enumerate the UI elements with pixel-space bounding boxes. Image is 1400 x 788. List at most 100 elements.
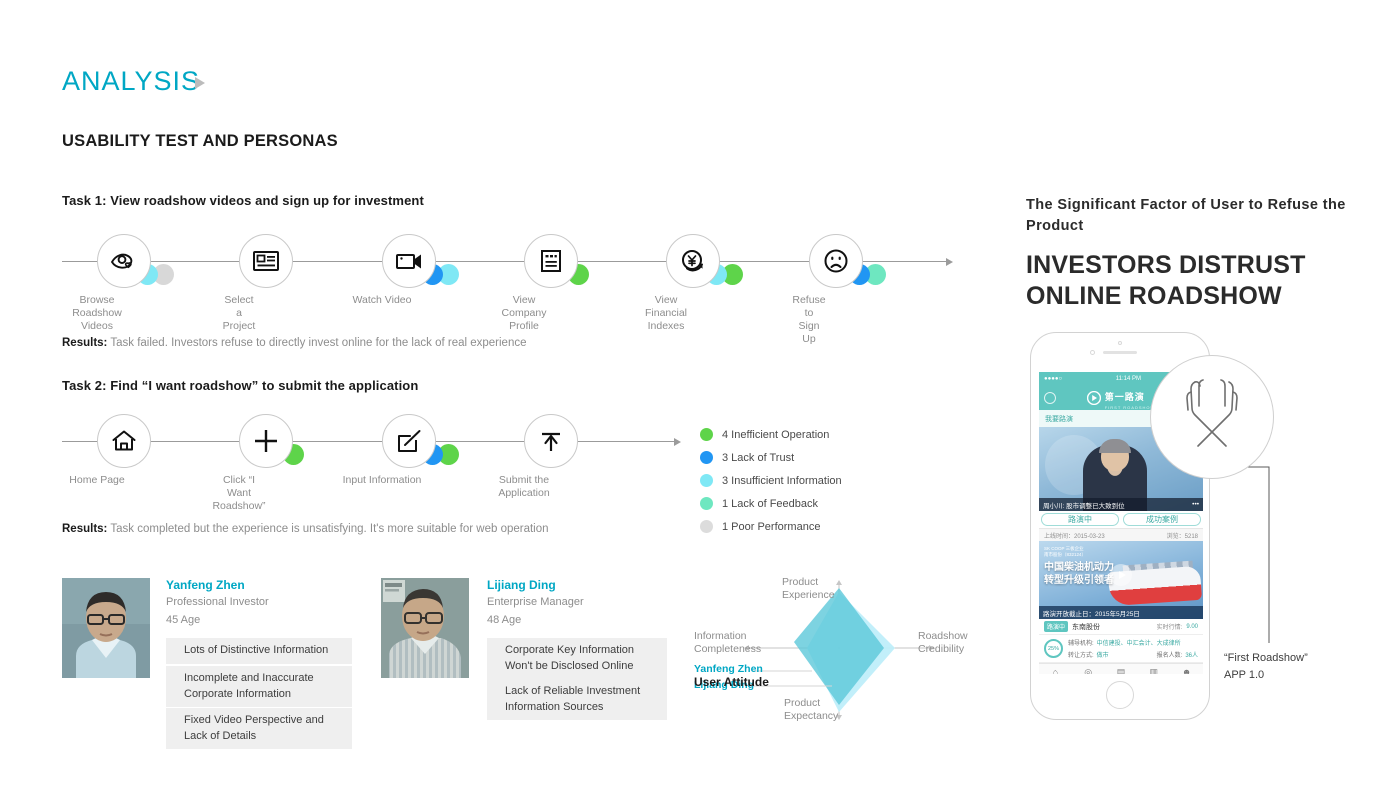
tabbar-item-profile[interactable]: ☻ 个人中心 [1170, 664, 1203, 674]
persona-card-lijiang-ding: Lijiang Ding Enterprise Manager 48 Age C… [381, 578, 681, 720]
legend-label: 1 Poor Performance [722, 520, 821, 533]
section-title: USABILITY TEST AND PERSONAS [62, 132, 338, 150]
refuse-badge [1150, 355, 1274, 479]
analysis-slide: ANALYSIS USABILITY TEST AND PERSONAS Tas… [0, 0, 1400, 788]
user-attitude-radar-chart: Product Experience Roadshow Credibility … [694, 570, 984, 730]
chart-icon: ▥ [1149, 666, 1159, 674]
step-label: Select a Project [222, 294, 256, 332]
step-circle [382, 414, 436, 468]
yen-refresh-icon [682, 250, 703, 272]
signups-value: 36人 [1185, 653, 1198, 659]
task2-results-text: Task completed but the experience is uns… [110, 523, 549, 535]
radar-axis-label-left: Information Completeness [694, 630, 762, 655]
persona-card-yanfeng-zhen: Yanfeng Zhen Professional Investor 45 Ag… [62, 578, 362, 749]
step-label: Browse Roadshow Videos [72, 294, 122, 332]
app-brand: 第一路演 [1104, 391, 1145, 402]
persona-quote: Lack of Reliable Investment Information … [487, 679, 667, 720]
step-circle [239, 234, 293, 288]
step-circle [382, 234, 436, 288]
listing-meta: 上线时间：2015-03-23 浏览：5218 [1039, 529, 1203, 541]
hero-caption: 周小川: 股市调整已大致到位 ••• [1039, 498, 1203, 511]
step-circle [524, 234, 578, 288]
right-panel-headline: INVESTORS DISTRUST ONLINE ROADSHOW [1026, 251, 1306, 310]
legend-dot-icon [700, 451, 713, 464]
edit-square-icon [398, 430, 421, 452]
id-card-icon [253, 251, 279, 271]
tabbar-item-live[interactable]: ◎ 路演直播 [1072, 664, 1105, 674]
radar-axis-label-right: Roadshow Credibility [918, 630, 968, 655]
legend-item: 1 Poor Performance [700, 515, 842, 538]
legend-item: 1 Lack of Feedback [700, 492, 842, 515]
app-brand-sub: FIRST ROADSHOW [1104, 404, 1156, 410]
persona-role: Professional Investor [166, 596, 269, 608]
persona-age: 45 Age [166, 614, 201, 626]
tab-success-cases[interactable]: 成功案例 [1123, 513, 1201, 526]
earpiece-speaker [1103, 351, 1137, 354]
step-label: Click “I Want Roadshow” [212, 474, 266, 512]
task1-results: Results: Task failed. Investors refuse t… [62, 337, 527, 349]
legend-label: 3 Lack of Trust [722, 451, 795, 464]
more-dots-icon[interactable]: ••• [1192, 501, 1199, 508]
tab-roadshow-in-progress[interactable]: 路演中 [1041, 513, 1119, 526]
signal-icon: ●●●●○ [1044, 376, 1063, 382]
front-camera-icon [1118, 341, 1122, 345]
status-time: 11:14 PM [1115, 376, 1142, 382]
step-label: Home Page [69, 474, 125, 486]
legend-label: 1 Lack of Feedback [722, 497, 819, 510]
card-deadline: 路演开放截止日：2015年5月25日 [1039, 606, 1203, 619]
radar-axis-label-bottom: Product Expectancy [784, 697, 839, 722]
persona-quote: Incomplete and Inaccurate Corporate Info… [166, 666, 352, 707]
home-icon [112, 430, 136, 451]
legend-item: 4 Inefficient Operation [700, 423, 842, 446]
price-value: 9.00 [1186, 623, 1198, 630]
step-label: Refuse to Sign Up [792, 294, 826, 345]
listing-card[interactable]: SK COOP 三板企业 南市股份（832124） 中国柴油机动力 转型升级引领… [1039, 541, 1203, 619]
persona-quote: Lots of Distinctive Information [166, 638, 352, 664]
callout-version: APP 1.0 [1224, 669, 1265, 681]
legend-item: 3 Insufficient Information [700, 469, 842, 492]
home-button[interactable] [1106, 681, 1134, 709]
task1-results-label: Results: [62, 337, 108, 349]
step-label: Input Information [342, 474, 422, 486]
crossed-arms-refuse-icon [1186, 379, 1238, 447]
document-icon [541, 250, 561, 272]
legend-label: 3 Insufficient Information [722, 474, 842, 487]
company-row: 路演中 东南股份 实时行情: 9.00 [1039, 619, 1203, 635]
subbar-left-label[interactable]: 我要路演 [1045, 414, 1073, 424]
sad-face-icon [824, 249, 848, 273]
eye-heart-icon [111, 253, 133, 269]
radar-series-yanfeng-zhen [794, 588, 884, 705]
right-panel-kicker: The Significant Factor of User to Refuse… [1026, 197, 1346, 234]
step-circle [97, 414, 151, 468]
tabbar-item-hall[interactable]: ⌂ 路演大厅 [1039, 664, 1072, 674]
persona-name: Yanfeng Zhen [166, 578, 245, 592]
advisor-value: 中信建投、中汇会计、大成律所 [1096, 641, 1181, 647]
listing-date: 上线时间：2015-03-23 [1044, 533, 1105, 540]
legend-dot-icon [700, 428, 713, 441]
progress-ring: 25% [1044, 639, 1063, 658]
tabbar-item-news[interactable]: ▤ 三板头条 [1105, 664, 1138, 674]
legend-item: 3 Lack of Trust [700, 446, 842, 469]
radar-chart-title: User Attitude [694, 675, 769, 689]
menu-icon[interactable] [1044, 392, 1056, 404]
content-tabs: 路演中 成功案例 [1039, 511, 1203, 529]
plus-icon [255, 430, 277, 452]
video-camera-icon [396, 254, 421, 269]
portrait-photo [62, 578, 150, 678]
play-icon[interactable] [1110, 564, 1132, 587]
task2-results-label: Results: [62, 523, 108, 535]
person-icon: ☻ [1181, 666, 1192, 674]
card-title: 中国柴油机动力 转型升级引领者 [1044, 562, 1114, 586]
app-logo-icon [1086, 391, 1101, 405]
flow-arrow-icon [674, 437, 681, 446]
advisor-label: 辅导机构: [1068, 641, 1094, 647]
sensor-icon [1090, 350, 1095, 355]
persona-age: 48 Age [487, 614, 522, 626]
company-name: 东南股份 [1072, 623, 1101, 631]
step-circle [239, 414, 293, 468]
hall-icon: ⌂ [1052, 666, 1059, 674]
issues-legend: 4 Inefficient Operation 3 Lack of Trust … [700, 423, 842, 538]
legend-label: 4 Inefficient Operation [722, 428, 830, 441]
tabbar-item-quotes[interactable]: ▥ 三板行情 [1137, 664, 1170, 674]
legend-dot-icon [700, 474, 713, 487]
